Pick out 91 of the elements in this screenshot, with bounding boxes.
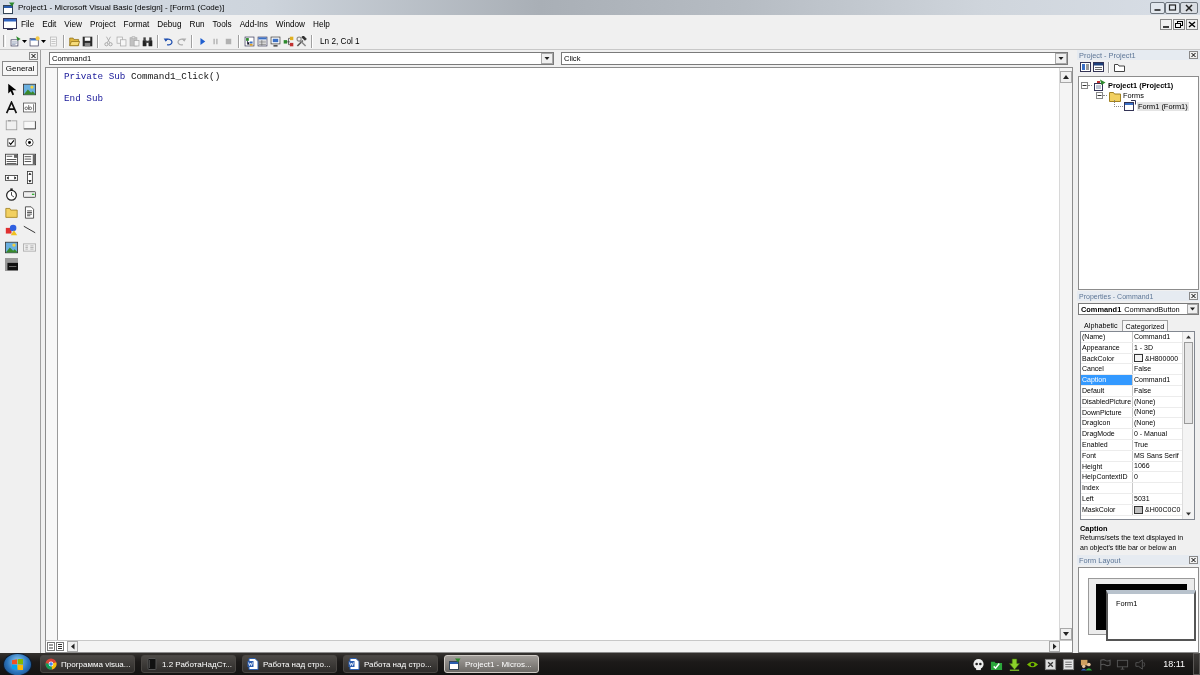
caret-icon[interactable] xyxy=(41,39,46,43)
arrow-down-icon[interactable] xyxy=(1060,628,1072,640)
vertical-scrollbar[interactable] xyxy=(1059,68,1072,640)
segmented-circle-icon xyxy=(45,658,57,670)
collapse-icon[interactable] xyxy=(1081,81,1088,89)
arrow-left-icon[interactable] xyxy=(67,641,78,652)
window-list-icon[interactable] xyxy=(1062,657,1076,671)
file-icon[interactable] xyxy=(22,205,36,219)
document-icon xyxy=(348,658,360,670)
taskbar-button[interactable]: Работа над стро... xyxy=(242,655,337,673)
binoculars-icon[interactable] xyxy=(142,35,153,47)
people-icon[interactable] xyxy=(1080,657,1094,671)
close-icon[interactable] xyxy=(1189,51,1198,59)
restore-icon[interactable] xyxy=(1173,18,1185,30)
blocks-icon[interactable] xyxy=(283,35,294,47)
arrow-right-icon[interactable] xyxy=(1049,641,1060,652)
play-icon[interactable] xyxy=(197,35,208,47)
command-button-icon[interactable] xyxy=(22,118,36,132)
start-button[interactable] xyxy=(4,653,31,675)
menu-item[interactable]: Debug xyxy=(153,18,186,30)
close-box-icon[interactable] xyxy=(1044,657,1058,671)
module-view-icon[interactable] xyxy=(56,642,64,651)
tree-window-icon[interactable] xyxy=(244,35,255,47)
menu-item[interactable]: Run xyxy=(185,18,209,30)
scrollbar[interactable] xyxy=(1182,332,1194,519)
folder-icon xyxy=(1109,89,1121,102)
app-icon xyxy=(3,1,15,14)
taskbar-button[interactable]: Работа над стро... xyxy=(343,655,438,673)
document-icon xyxy=(247,658,259,670)
stopwatch-icon[interactable] xyxy=(4,188,18,202)
checkbox-icon[interactable] xyxy=(4,135,18,149)
cursor-position: Ln 2, Col 1 xyxy=(320,36,360,46)
image-icon[interactable] xyxy=(4,240,18,254)
skull-icon[interactable] xyxy=(972,657,986,671)
close-icon[interactable] xyxy=(1189,292,1198,300)
taskbar-button[interactable]: Программа visua... xyxy=(40,655,135,673)
menu-item[interactable]: Project xyxy=(85,18,120,30)
menu-item[interactable]: Window xyxy=(271,18,309,30)
monitor-icon[interactable] xyxy=(270,35,281,47)
app-window-icon xyxy=(449,658,461,670)
letter-a-icon[interactable] xyxy=(4,100,18,114)
menu-item[interactable]: File xyxy=(17,18,39,30)
form-view-icon[interactable] xyxy=(1093,62,1104,72)
menu-item[interactable]: Format xyxy=(119,18,154,30)
menu-item[interactable]: Help xyxy=(309,18,334,30)
menu-item[interactable]: Tools xyxy=(208,18,236,30)
window-title: Project1 - Microsoft Visual Basic [design] - [Form1 (Code)] xyxy=(18,3,225,12)
horizontal-scrollbar[interactable] xyxy=(67,641,1060,652)
windows-logo-icon xyxy=(12,658,23,670)
list-window-icon[interactable] xyxy=(257,35,268,47)
close-icon[interactable] xyxy=(1189,556,1198,564)
menu-item[interactable]: Edit xyxy=(38,18,61,30)
scroll-thumb[interactable] xyxy=(1184,342,1193,424)
project-icon[interactable] xyxy=(10,35,21,47)
code-line: Private Sub Command1_Click() xyxy=(64,71,221,82)
list-box-icon[interactable] xyxy=(22,153,36,167)
form-icon[interactable] xyxy=(29,35,40,47)
code-line: End Sub xyxy=(64,93,104,104)
arrow-up-icon[interactable] xyxy=(1060,71,1072,83)
minimize-icon[interactable] xyxy=(1150,1,1165,14)
text-box-icon[interactable] xyxy=(22,100,36,114)
form-window-icon xyxy=(3,18,17,30)
procedure-view-icon[interactable] xyxy=(47,642,55,651)
caret-icon[interactable] xyxy=(22,39,27,43)
combo-box-icon[interactable] xyxy=(4,153,18,167)
caret-icon[interactable] xyxy=(541,53,553,64)
close-icon[interactable] xyxy=(1180,1,1198,14)
collapse-icon[interactable] xyxy=(1096,92,1103,100)
undo-icon[interactable] xyxy=(163,35,174,47)
taskbar-button[interactable]: 1.2 РаботаНадСт... xyxy=(141,655,236,673)
download-arrow-icon[interactable] xyxy=(1008,657,1022,671)
menu-item[interactable]: View xyxy=(60,18,86,30)
menu-item[interactable]: Add-Ins xyxy=(235,18,272,30)
maximize-icon[interactable] xyxy=(1165,1,1180,14)
folder-icon[interactable] xyxy=(1114,62,1125,72)
form-icon xyxy=(1124,100,1136,113)
picture-icon[interactable] xyxy=(22,83,36,97)
toolbox-tab[interactable]: General xyxy=(2,61,38,76)
caret-icon[interactable] xyxy=(1055,53,1067,64)
code-view-icon[interactable] xyxy=(1080,62,1091,72)
project-icon xyxy=(1094,79,1106,92)
tools-icon[interactable] xyxy=(296,35,307,47)
clock: 18:11 xyxy=(1163,659,1185,669)
book-icon xyxy=(146,658,158,670)
minimize-icon[interactable] xyxy=(1160,18,1172,30)
taskbar-button[interactable]: Project1 - Micros... xyxy=(444,655,539,673)
ole-icon[interactable] xyxy=(4,258,18,272)
shapes-icon[interactable] xyxy=(4,223,18,237)
radio-button-icon[interactable] xyxy=(22,135,36,149)
close-icon[interactable] xyxy=(1186,18,1198,30)
caret-icon[interactable] xyxy=(1187,304,1198,314)
